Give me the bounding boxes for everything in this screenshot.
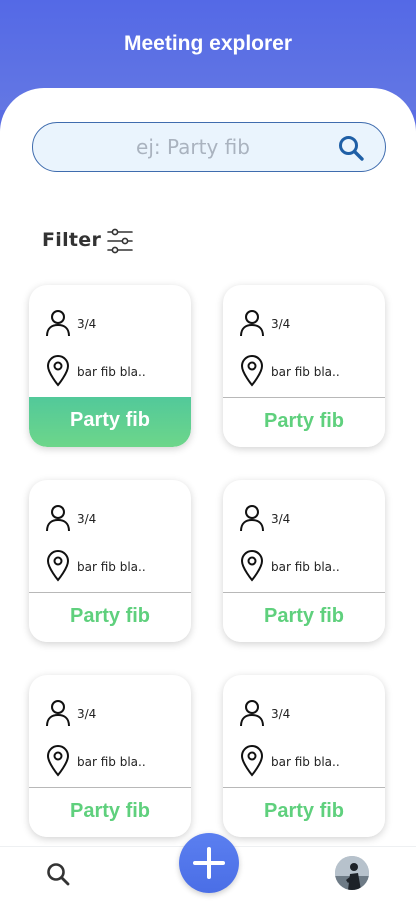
join-button[interactable]: Party fib xyxy=(29,592,191,642)
location-text: bar fib bla.. xyxy=(271,755,340,769)
people-count: 3/4 xyxy=(271,317,291,331)
join-button[interactable]: Party fib xyxy=(223,397,385,447)
location-text: bar fib bla.. xyxy=(77,560,146,574)
page-title: Meeting explorer xyxy=(123,32,293,55)
join-button[interactable]: Party fib xyxy=(29,397,191,447)
search-bar xyxy=(32,122,386,172)
person-icon xyxy=(240,505,264,532)
location-text: bar fib bla.. xyxy=(271,560,340,574)
meeting-card[interactable]: 3/4 bar fib bla.. Party fib xyxy=(29,480,191,642)
add-meeting-button[interactable] xyxy=(179,833,239,893)
people-count: 3/4 xyxy=(77,317,97,331)
avatar[interactable] xyxy=(335,856,369,890)
person-icon xyxy=(46,310,70,337)
meeting-card[interactable]: 3/4 bar fib bla.. Party fib xyxy=(29,675,191,837)
meeting-card[interactable]: 3/4 bar fib bla.. Party fib xyxy=(29,285,191,447)
location-pin-icon xyxy=(46,550,70,582)
location-pin-icon xyxy=(240,355,264,387)
location-pin-icon xyxy=(46,355,70,387)
people-count: 3/4 xyxy=(77,707,97,721)
search-icon[interactable] xyxy=(46,862,70,886)
person-icon xyxy=(240,700,264,727)
join-button[interactable]: Party fib xyxy=(223,592,385,642)
person-icon xyxy=(46,700,70,727)
person-icon xyxy=(240,310,264,337)
filter-label[interactable]: Filter xyxy=(42,229,101,251)
location-text: bar fib bla.. xyxy=(77,755,146,769)
meeting-card[interactable]: 3/4 bar fib bla.. Party fib xyxy=(223,285,385,447)
join-button[interactable]: Party fib xyxy=(29,787,191,837)
meeting-card[interactable]: 3/4 bar fib bla.. Party fib xyxy=(223,675,385,837)
person-icon xyxy=(46,505,70,532)
location-pin-icon xyxy=(46,745,70,777)
search-icon[interactable] xyxy=(337,134,365,162)
location-pin-icon xyxy=(240,745,264,777)
location-pin-icon xyxy=(240,550,264,582)
people-count: 3/4 xyxy=(271,512,291,526)
sliders-icon[interactable] xyxy=(106,227,134,255)
people-count: 3/4 xyxy=(77,512,97,526)
search-input[interactable] xyxy=(53,123,333,170)
meeting-card[interactable]: 3/4 bar fib bla.. Party fib xyxy=(223,480,385,642)
avatar-image xyxy=(335,856,369,890)
people-count: 3/4 xyxy=(271,707,291,721)
join-button[interactable]: Party fib xyxy=(223,787,385,837)
location-text: bar fib bla.. xyxy=(271,365,340,379)
location-text: bar fib bla.. xyxy=(77,365,146,379)
plus-icon xyxy=(193,847,225,879)
